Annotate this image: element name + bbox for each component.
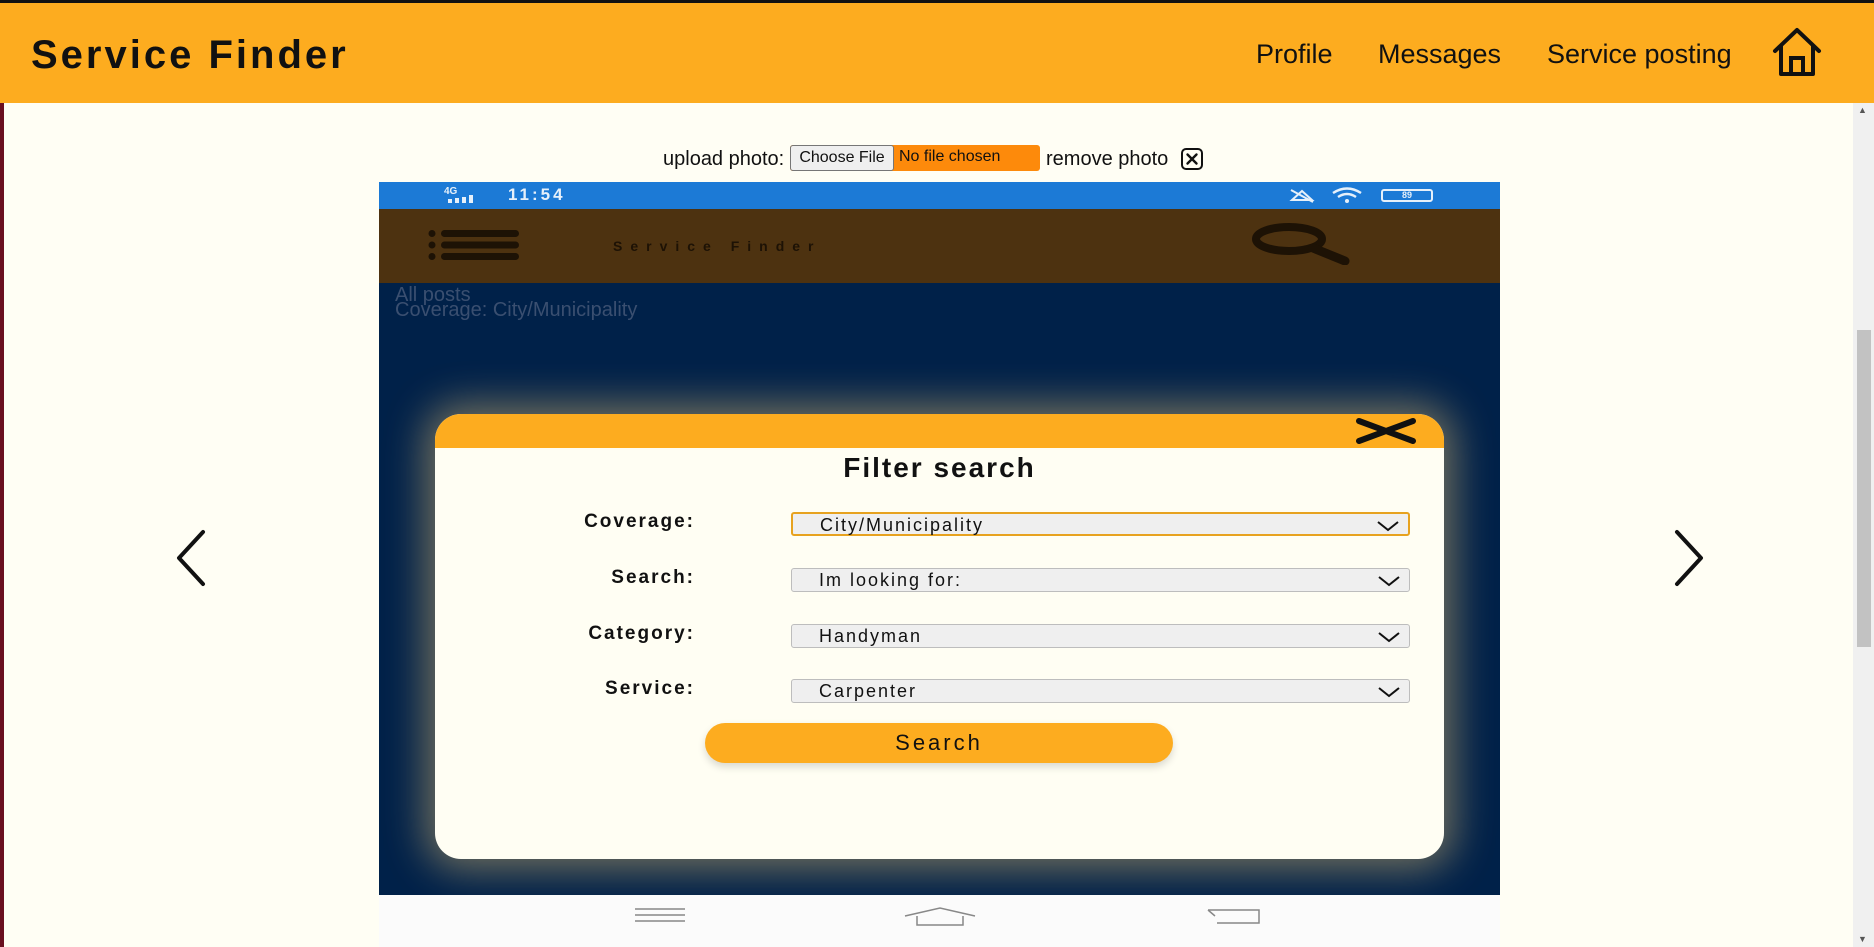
status-time: 11:54 bbox=[508, 185, 566, 204]
close-icon[interactable] bbox=[1354, 418, 1418, 444]
wifi-icon bbox=[1332, 187, 1362, 203]
scroll-up-icon[interactable]: ▲ bbox=[1858, 105, 1867, 115]
background-subheading: Coverage: City/Municipality bbox=[395, 299, 638, 321]
search-button[interactable]: Search bbox=[705, 723, 1173, 763]
search-value: Im looking for: bbox=[819, 570, 963, 590]
chevron-right-icon[interactable] bbox=[1667, 528, 1707, 588]
chevron-left-icon[interactable] bbox=[173, 528, 213, 588]
mute-icon bbox=[1289, 189, 1315, 203]
hamburger-menu-icon[interactable] bbox=[425, 230, 519, 260]
nav-service-posting-link[interactable]: Service posting bbox=[1547, 39, 1732, 70]
remove-photo-label: remove photo bbox=[1046, 148, 1169, 170]
chevron-down-icon bbox=[1378, 687, 1400, 698]
filter-search-modal: Filter search Coverage: City/Municipalit… bbox=[435, 414, 1444, 859]
app-title: Service Finder bbox=[613, 238, 822, 254]
chevron-down-icon bbox=[1378, 632, 1400, 643]
chevron-down-icon bbox=[1377, 521, 1399, 532]
coverage-select[interactable]: City/Municipality bbox=[791, 512, 1410, 536]
scroll-down-icon[interactable]: ▼ bbox=[1858, 934, 1867, 944]
menu-lines-icon[interactable] bbox=[635, 907, 685, 923]
choose-file-button[interactable]: Choose File bbox=[790, 145, 894, 171]
window-edge bbox=[0, 0, 4, 947]
app-body: All posts Coverage: City/Municipality Fi… bbox=[379, 283, 1500, 895]
phone-status-bar: 4G 11:54 89 bbox=[379, 182, 1500, 209]
nav-profile-link[interactable]: Profile bbox=[1256, 39, 1333, 70]
file-input[interactable]: Choose File No file chosen bbox=[790, 145, 1040, 171]
search-icon[interactable] bbox=[1251, 223, 1351, 265]
phone-nav-bar bbox=[379, 895, 1500, 947]
scroll-thumb[interactable] bbox=[1857, 330, 1871, 647]
app-header: Service Finder bbox=[379, 209, 1500, 283]
page-scrollbar[interactable]: ▲ ▼ bbox=[1853, 103, 1874, 947]
file-status-text: No file chosen bbox=[899, 148, 1001, 165]
back-icon[interactable] bbox=[1207, 907, 1261, 925]
search-select[interactable]: Im looking for: bbox=[791, 568, 1410, 592]
brand-title: Service Finder bbox=[31, 33, 349, 77]
carousel-slide-image: 4G 11:54 89 Service Finder All posts Cov… bbox=[379, 182, 1500, 947]
signal-strength-icon bbox=[448, 195, 473, 203]
battery-icon: 89 bbox=[1381, 189, 1433, 202]
service-select[interactable]: Carpenter bbox=[791, 679, 1410, 703]
service-label: Service: bbox=[605, 678, 695, 699]
home-icon[interactable] bbox=[1771, 26, 1823, 78]
modal-title: Filter search bbox=[843, 452, 1036, 483]
coverage-label: Coverage: bbox=[584, 511, 695, 532]
close-square-icon[interactable] bbox=[1180, 147, 1204, 171]
category-select[interactable]: Handyman bbox=[791, 624, 1410, 648]
category-label: Category: bbox=[588, 623, 695, 644]
coverage-value: City/Municipality bbox=[820, 515, 985, 535]
chevron-down-icon bbox=[1378, 576, 1400, 587]
upload-photo-label: upload photo: bbox=[663, 148, 785, 170]
search-label: Search: bbox=[611, 567, 695, 588]
modal-header bbox=[435, 414, 1444, 448]
service-value: Carpenter bbox=[819, 681, 918, 701]
nav-messages-link[interactable]: Messages bbox=[1378, 39, 1501, 70]
home-outline-icon[interactable] bbox=[903, 907, 977, 927]
category-value: Handyman bbox=[819, 626, 923, 646]
top-navbar: Service Finder Profile Messages Service … bbox=[0, 0, 1874, 103]
